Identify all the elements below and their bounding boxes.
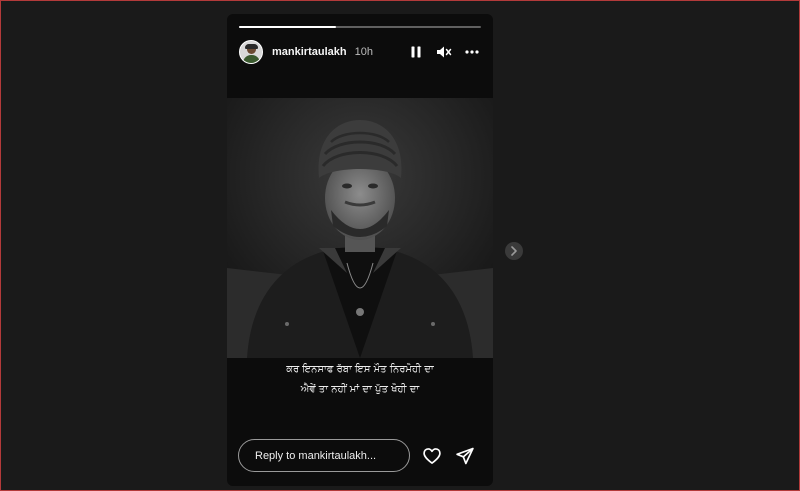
avatar[interactable]	[239, 40, 263, 64]
story-username[interactable]: mankirtaulakh	[272, 46, 347, 58]
story-viewer[interactable]: mankirtaulakh 10h ਕਰ ਇਨਸਾਫ ਰੱਬਾ ਇਸ ਮੌਤ ਨ…	[227, 14, 493, 486]
chevron-right-icon[interactable]	[505, 242, 523, 260]
story-caption: ਕਰ ਇਨਸਾਫ ਰੱਬਾ ਇਸ ਮੌਤ ਨਿਰਮੋਹੀ ਦਾ ਐਵੇਂ ਤਾ …	[227, 360, 493, 400]
story-controls	[407, 43, 481, 61]
story-photo	[227, 98, 493, 358]
story-progress-fill	[239, 26, 336, 28]
story-timestamp: 10h	[354, 46, 373, 58]
reply-placeholder: Reply to mankirtaulakh...	[255, 449, 377, 462]
story-progress-bar	[239, 26, 481, 28]
caption-line-2: ਐਵੇਂ ਤਾ ਨਹੀਂ ਮਾਂ ਦਾ ਪੁੱਤ ਖੋਹੀ ਦਾ	[300, 384, 420, 395]
story-header: mankirtaulakh 10h	[239, 39, 481, 65]
heart-icon[interactable]	[422, 446, 442, 466]
reply-input[interactable]: Reply to mankirtaulakh...	[238, 439, 410, 472]
paper-plane-icon[interactable]	[455, 446, 475, 466]
more-horizontal-icon[interactable]	[463, 43, 481, 61]
pause-icon[interactable]	[407, 43, 425, 61]
muted-speaker-icon[interactable]	[435, 43, 453, 61]
caption-line-1: ਕਰ ਇਨਸਾਫ ਰੱਬਾ ਇਸ ਮੌਤ ਨਿਰਮੋਹੀ ਦਾ	[286, 364, 434, 375]
